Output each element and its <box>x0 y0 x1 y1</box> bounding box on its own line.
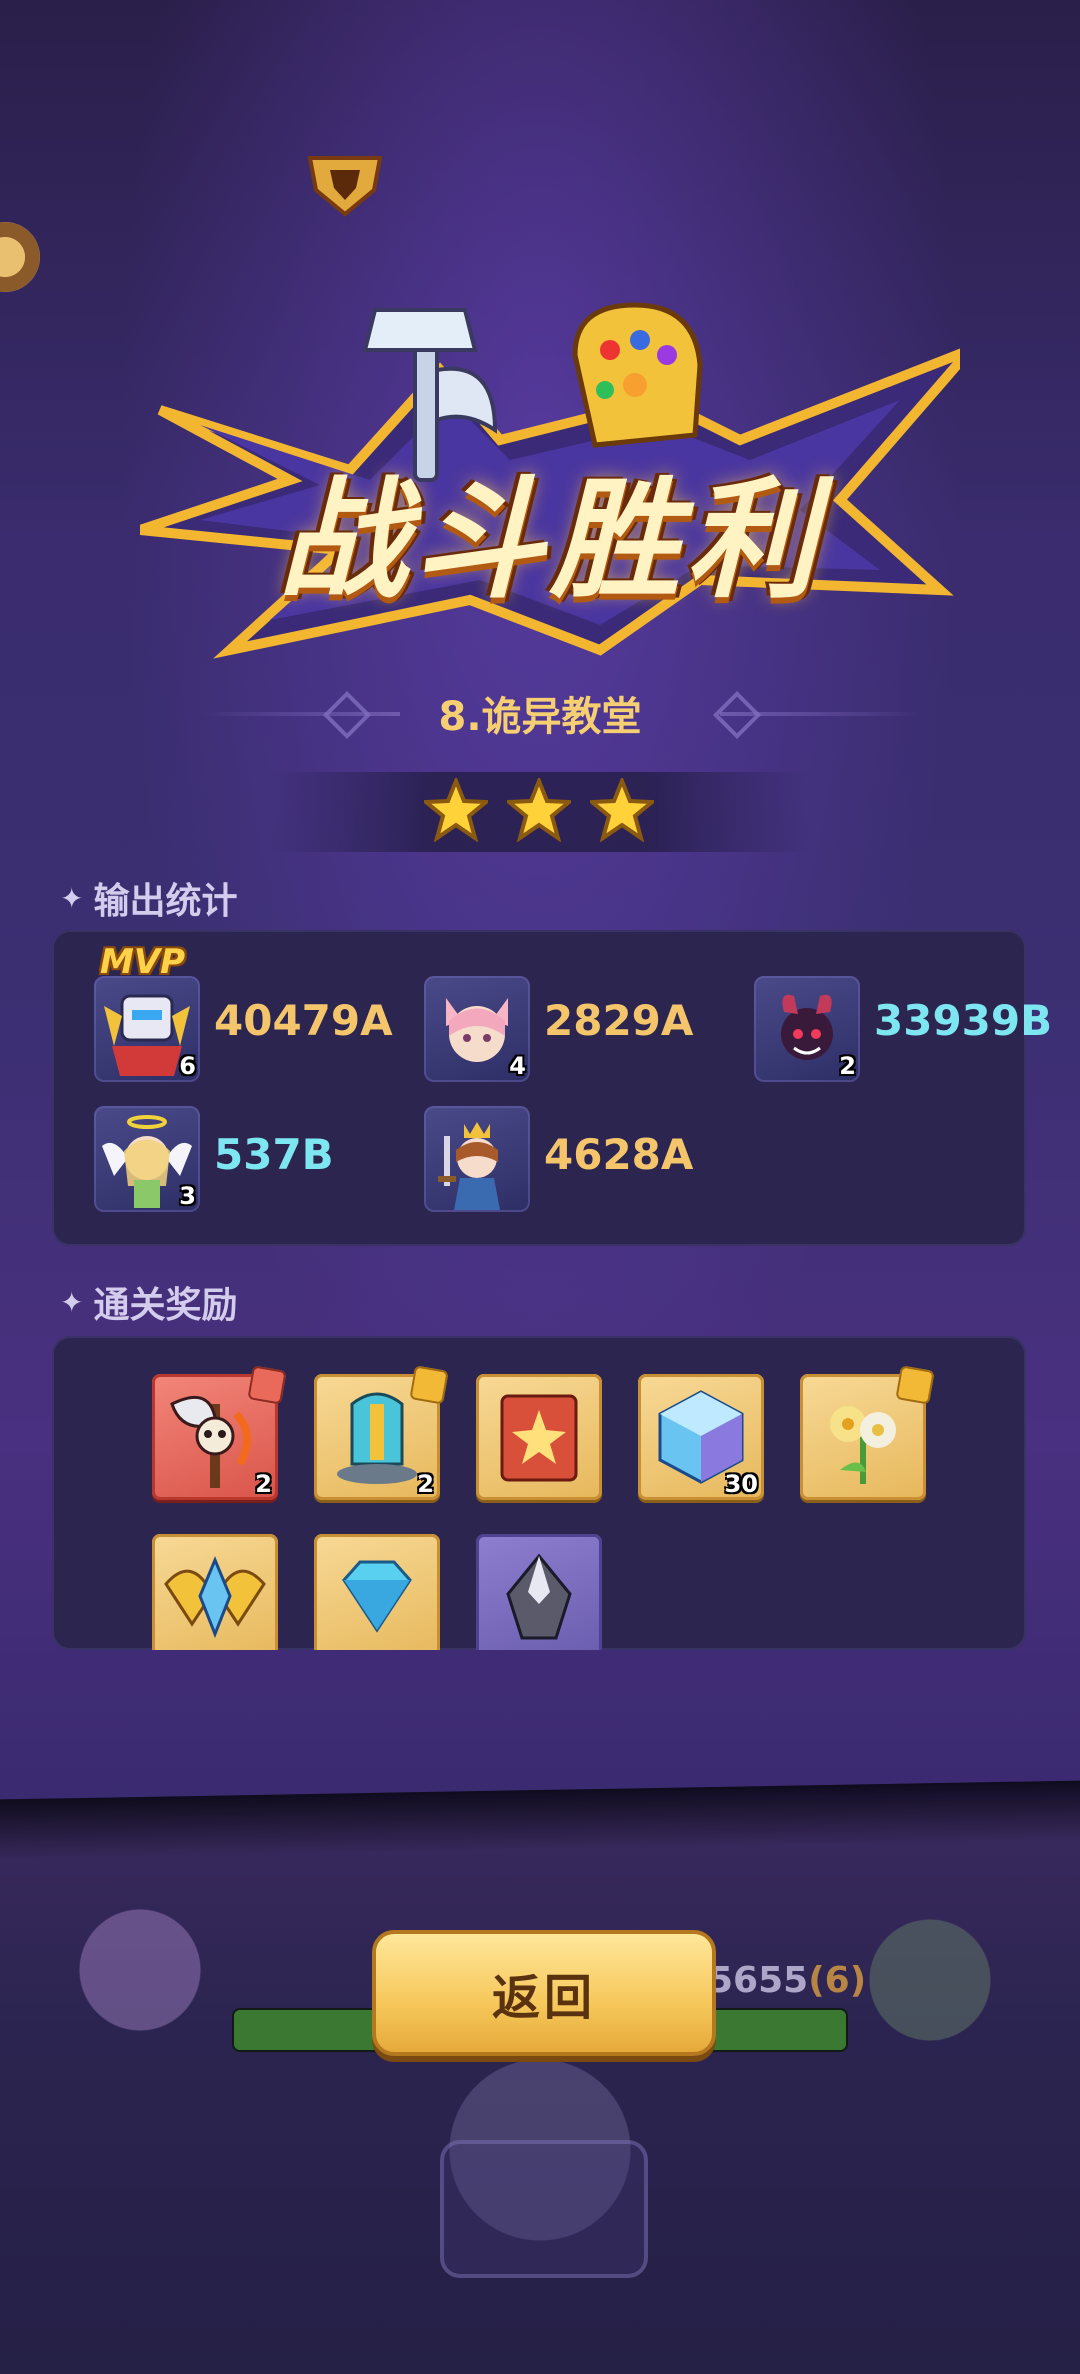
wing-badge-icon[interactable] <box>152 1534 278 1650</box>
fox-girl-hero-icon[interactable]: 4 <box>424 976 530 1082</box>
stone-shard-icon[interactable] <box>476 1534 602 1650</box>
damage-stats-title: 输出统计 <box>93 881 238 922</box>
puzzle-piece-icon <box>247 1365 287 1405</box>
diamond-icon[interactable] <box>314 1534 440 1650</box>
hero-damage: 2829A <box>544 996 694 1045</box>
star-icon <box>424 778 488 842</box>
hp-level: (6) <box>808 1960 867 2001</box>
reward-count: 2 <box>417 1470 434 1498</box>
sparkle-icon: ✦ <box>60 1285 84 1319</box>
reward-count: 2 <box>255 1470 272 1498</box>
hero-level: 4 <box>509 1052 526 1080</box>
rewards-heading: ✦ 通关奖励 <box>60 1276 237 1328</box>
battlefield-hp-text: 5655(6) <box>708 1960 866 2001</box>
victory-title: 战斗胜利 <box>277 464 822 616</box>
sparkle-icon: ✦ <box>60 881 84 915</box>
victory-banner: 战斗胜利 <box>138 330 974 670</box>
demon-hero-icon[interactable]: 2 <box>754 976 860 1082</box>
hero-level: 3 <box>179 1182 196 1210</box>
crystal-cube-icon[interactable]: 30 <box>638 1374 764 1500</box>
hero-damage: 33939B <box>874 996 1053 1045</box>
robot-mech-hero-icon[interactable]: 6 <box>94 976 200 1082</box>
flower-icon[interactable] <box>800 1365 935 1500</box>
puzzle-piece-icon <box>895 1365 935 1405</box>
skull-axe-icon[interactable]: 2 <box>152 1365 287 1500</box>
hero-damage: 40479A <box>214 996 393 1045</box>
angel-hero-icon[interactable]: 3 <box>94 1106 200 1212</box>
axe-weapon-icon <box>362 308 498 482</box>
king-swordsman-hero-icon[interactable] <box>424 1106 530 1212</box>
star-icon <box>590 778 654 842</box>
hp-value: 5655 <box>708 1960 809 2001</box>
battlefield-scene <box>0 1850 1080 2374</box>
rewards-panel: 2 2 30 <box>52 1336 1026 1650</box>
spell-book-icon[interactable] <box>476 1374 602 1500</box>
reward-count: 30 <box>724 1470 758 1498</box>
stage-title: 8.诡异教堂 <box>438 694 642 740</box>
tower-helmet-icon[interactable]: 2 <box>314 1365 449 1500</box>
shield-icon <box>307 156 383 217</box>
rewards-title: 通关奖励 <box>93 1285 238 1326</box>
damage-stats-heading: ✦ 输出统计 <box>60 872 237 924</box>
battlefield-pad <box>440 2140 648 2278</box>
gauntlet-icon <box>572 302 703 448</box>
return-button[interactable]: 返回 <box>372 1930 716 2056</box>
hero-level: 2 <box>839 1052 856 1080</box>
hero-damage: 4628A <box>544 1130 694 1179</box>
hero-level: 6 <box>179 1052 196 1080</box>
hero-damage: 537B <box>214 1130 334 1179</box>
star-icon <box>507 778 571 842</box>
puzzle-piece-icon <box>409 1365 449 1405</box>
